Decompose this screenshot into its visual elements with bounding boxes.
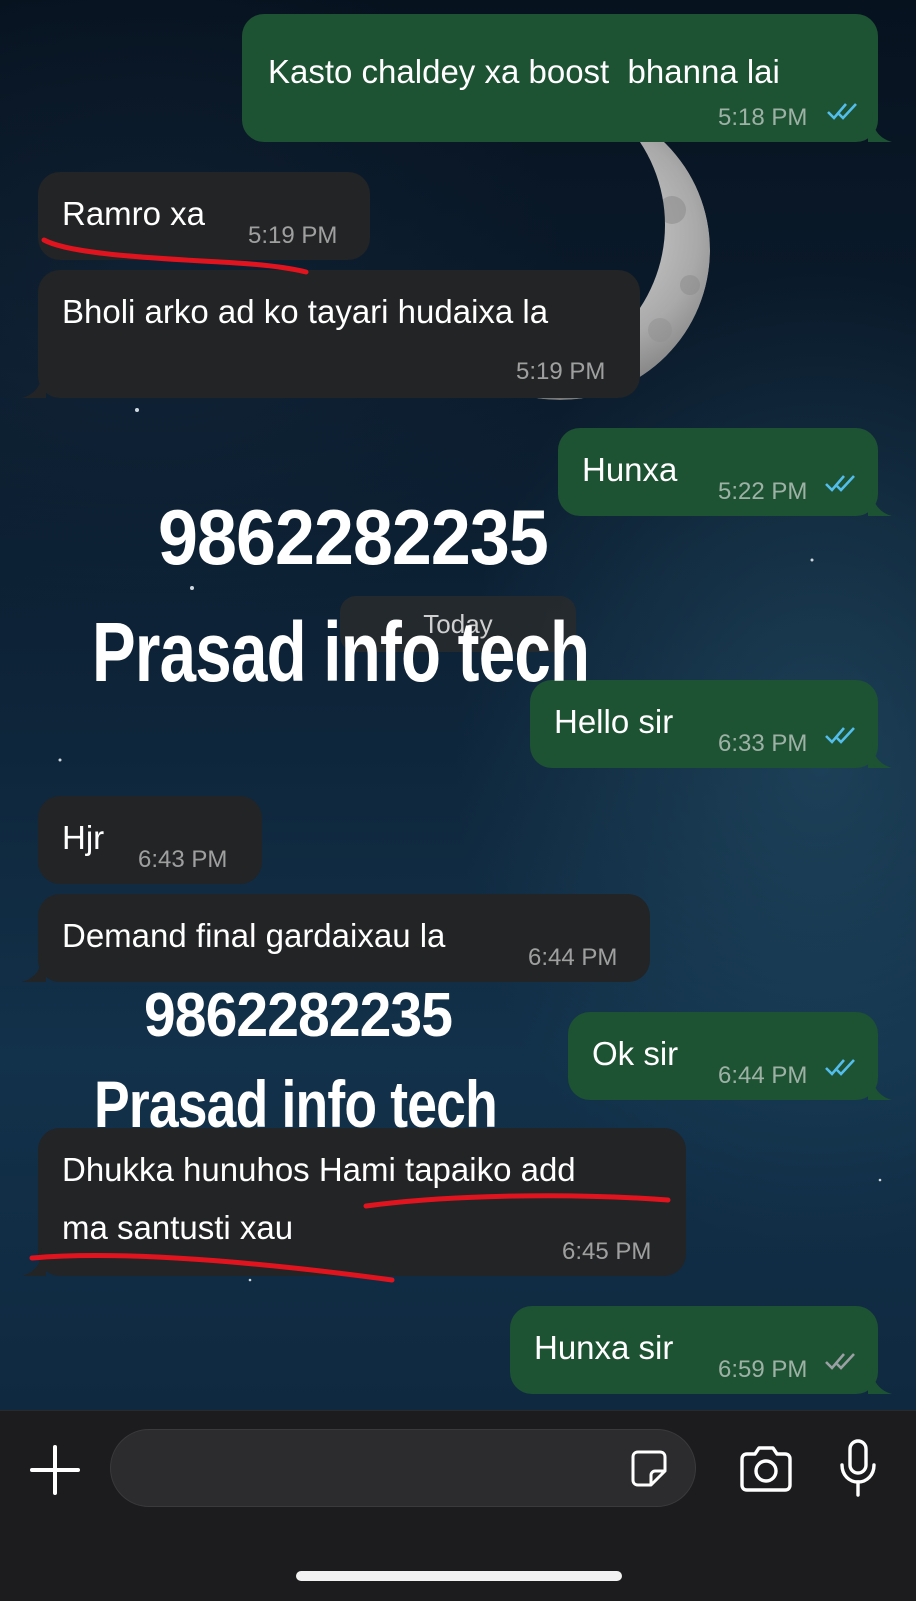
microphone-icon[interactable] <box>838 1439 878 1499</box>
message-bubble-incoming[interactable]: Hjr 6:43 PM <box>38 796 262 884</box>
message-time: 6:44 PM <box>528 944 618 971</box>
watermark-phone: 9862282235 <box>144 981 453 1050</box>
message-time: 5:18 PM <box>718 104 808 131</box>
bubble-tail <box>868 114 892 142</box>
message-text: Demand final gardaixau la <box>62 917 446 954</box>
bubble-tail <box>868 1366 892 1394</box>
bubble-tail <box>868 740 892 768</box>
watermark-name: Prasad info tech <box>94 1067 498 1141</box>
message-bubble-outgoing[interactable]: Kasto chaldey xa boost bhanna lai 5:18 P… <box>242 14 878 142</box>
read-receipt-icon <box>827 103 857 120</box>
message-time: 5:22 PM <box>718 478 808 505</box>
message-time: 6:43 PM <box>138 846 228 873</box>
message-input[interactable] <box>139 1430 613 1508</box>
read-receipt-icon <box>825 1059 855 1076</box>
camera-icon[interactable] <box>738 1445 794 1493</box>
bubble-tail <box>22 954 46 982</box>
message-bubble-outgoing[interactable]: Hunxa sir 6:59 PM <box>510 1306 878 1394</box>
message-text: Hunxa <box>582 451 678 488</box>
message-time: 5:19 PM <box>516 358 606 385</box>
message-bubble-incoming[interactable]: Dhukka hunuhos Hami tapaiko add ma santu… <box>38 1128 686 1276</box>
message-input-bar <box>0 1410 916 1601</box>
message-time: 6:45 PM <box>562 1238 652 1265</box>
bubble-tail <box>22 370 46 398</box>
message-text: Bholi arko ad ko tayari hudaixa la <box>62 293 549 330</box>
message-text-line: ma santusti xau <box>62 1209 294 1246</box>
message-text: Hunxa sir <box>534 1329 674 1366</box>
message-text: Hjr <box>62 819 105 856</box>
message-bubble-incoming[interactable]: Ramro xa 5:19 PM <box>38 172 370 260</box>
message-time: 6:59 PM <box>718 1356 808 1383</box>
bubble-tail <box>868 488 892 516</box>
bubble-tail <box>868 1072 892 1100</box>
sticker-icon[interactable] <box>627 1447 671 1491</box>
watermark-phone: 9862282235 <box>158 493 549 581</box>
message-bubble-outgoing[interactable]: Ok sir 6:44 PM <box>568 1012 878 1100</box>
message-time: 6:44 PM <box>718 1062 808 1089</box>
message-text: Hello sir <box>554 703 674 740</box>
message-time: 5:19 PM <box>248 222 338 249</box>
delivered-receipt-icon <box>825 1353 855 1370</box>
message-composer[interactable] <box>110 1429 696 1508</box>
plus-icon[interactable] <box>26 1441 84 1499</box>
bubble-tail <box>22 1248 46 1276</box>
message-bubble-incoming[interactable]: Bholi arko ad ko tayari hudaixa la 5:19 … <box>38 270 640 398</box>
message-time: 6:33 PM <box>718 730 808 757</box>
home-indicator <box>296 1571 622 1581</box>
read-receipt-icon <box>825 475 855 492</box>
read-receipt-icon <box>825 727 855 744</box>
message-text: Ramro xa <box>62 195 206 232</box>
message-bubble-incoming[interactable]: Demand final gardaixau la 6:44 PM <box>38 894 650 982</box>
message-text: Ok sir <box>592 1035 679 1072</box>
message-text-line: Dhukka hunuhos Hami tapaiko add <box>62 1151 576 1188</box>
message-text: Kasto chaldey xa boost bhanna lai <box>268 53 780 90</box>
message-bubble-outgoing[interactable]: Hunxa 5:22 PM <box>558 428 878 516</box>
watermark-name: Prasad info tech <box>92 605 590 699</box>
